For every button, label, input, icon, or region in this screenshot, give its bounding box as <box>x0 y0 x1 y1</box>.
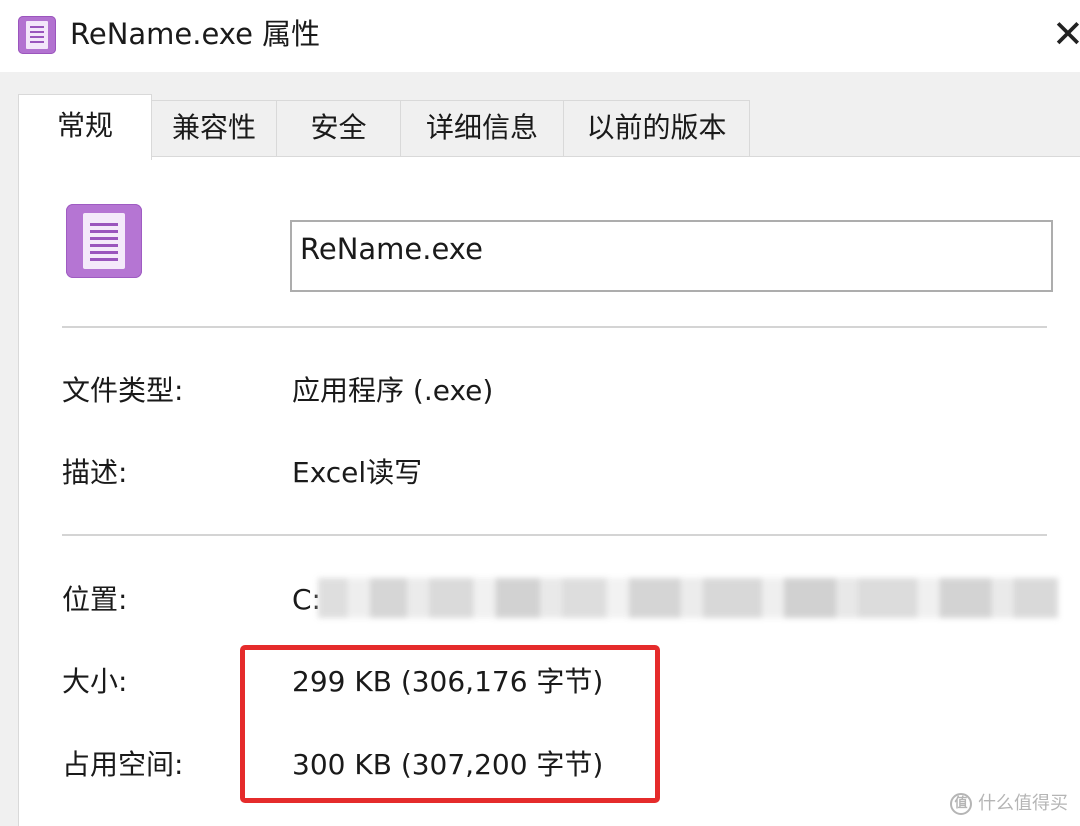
divider <box>62 326 1047 328</box>
watermark-icon: 值 <box>950 793 972 815</box>
file-type-label: 文件类型: <box>62 374 184 407</box>
file-name-input[interactable]: ReName.exe <box>290 220 1053 292</box>
tab-details[interactable]: 详细信息 <box>400 100 564 158</box>
tab-compatibility[interactable]: 兼容性 <box>151 100 277 158</box>
watermark-text: 什么值得买 <box>978 793 1068 814</box>
location-label: 位置: <box>62 583 128 616</box>
location-value: C: <box>292 583 321 616</box>
file-type-value: 应用程序 (.exe) <box>292 374 494 407</box>
disk-size-value: 300 KB (307,200 字节) <box>292 748 604 781</box>
title-bar: ReName.exe 属性 ✕ <box>0 0 1080 72</box>
disk-size-label: 占用空间: <box>62 748 184 781</box>
tab-security[interactable]: 安全 <box>276 100 401 158</box>
description-label: 描述: <box>62 456 128 489</box>
size-label: 大小: <box>62 665 128 698</box>
tab-previous-versions[interactable]: 以前的版本 <box>563 100 750 158</box>
document-icon <box>66 204 142 278</box>
watermark: 值什么值得买 <box>950 790 1068 818</box>
redacted-path <box>318 578 1058 618</box>
document-icon <box>18 16 56 54</box>
description-value: Excel读写 <box>292 456 423 489</box>
window-title: ReName.exe 属性 <box>70 17 321 51</box>
tab-general[interactable]: 常规 <box>18 94 152 160</box>
tab-strip: 常规 兼容性 安全 详细信息 以前的版本 <box>18 94 1080 160</box>
size-value: 299 KB (306,176 字节) <box>292 665 604 698</box>
divider <box>62 534 1047 536</box>
close-icon[interactable]: ✕ <box>1052 14 1080 54</box>
